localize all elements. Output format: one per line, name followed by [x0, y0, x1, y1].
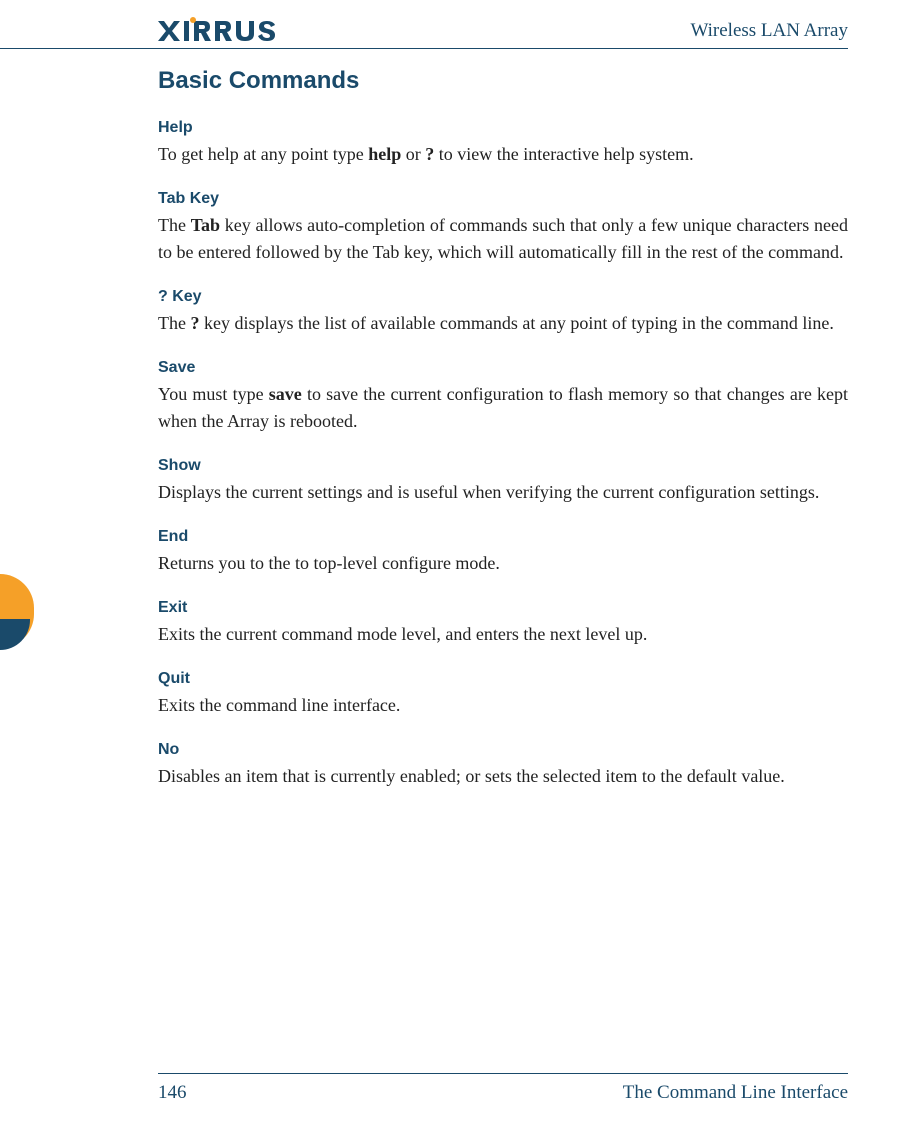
section-heading: No [158, 741, 848, 759]
body-text: or [401, 144, 425, 164]
body-text: To get help at any point type [158, 144, 368, 164]
header-title: Wireless LAN Array [690, 20, 848, 42]
xirrus-logo [158, 21, 316, 41]
body-text: The [158, 313, 190, 333]
section-heading: ? Key [158, 288, 848, 306]
body-bold: help [368, 144, 401, 164]
section-heading: Tab Key [158, 190, 848, 208]
document-page: Wireless LAN Array Basic Commands Help T… [0, 0, 903, 1134]
section-heading: Show [158, 457, 848, 475]
section-end: End Returns you to the to top-level conf… [158, 528, 848, 577]
section-body: The ? key displays the list of available… [158, 310, 848, 337]
body-bold: ? [425, 144, 434, 164]
body-bold: save [269, 384, 302, 404]
footer-title: The Command Line Interface [623, 1082, 848, 1104]
logo-icon [158, 21, 308, 41]
section-heading: End [158, 528, 848, 546]
section-save: Save You must type save to save the curr… [158, 359, 848, 435]
section-heading: Save [158, 359, 848, 377]
section-heading: Exit [158, 599, 848, 617]
page-number: 146 [158, 1082, 187, 1104]
page-content: Basic Commands Help To get help at any p… [0, 67, 848, 790]
section-no: No Disables an item that is currently en… [158, 741, 848, 790]
section-show: Show Displays the current settings and i… [158, 457, 848, 506]
section-body: You must type save to save the current c… [158, 381, 848, 435]
page-header: Wireless LAN Array [0, 20, 848, 49]
section-body: Returns you to the to top-level configur… [158, 550, 848, 577]
body-text: key allows auto-completion of commands s… [158, 215, 848, 262]
section-heading: Quit [158, 670, 848, 688]
body-text: to view the interactive help system. [434, 144, 693, 164]
section-help: Help To get help at any point type help … [158, 119, 848, 168]
logo-dot-icon [189, 16, 197, 24]
body-text: You must type [158, 384, 269, 404]
section-body: Disables an item that is currently enabl… [158, 763, 848, 790]
section-exit: Exit Exits the current command mode leve… [158, 599, 848, 648]
page-tab-marker [0, 574, 34, 648]
section-heading: Help [158, 119, 848, 137]
section-body: Displays the current settings and is use… [158, 479, 848, 506]
page-footer: 146 The Command Line Interface [158, 1073, 848, 1104]
section-body: Exits the current command mode level, an… [158, 621, 848, 648]
section-quit: Quit Exits the command line interface. [158, 670, 848, 719]
body-bold: Tab [191, 215, 220, 235]
section-body: To get help at any point type help or ? … [158, 141, 848, 168]
section-question-key: ? Key The ? key displays the list of ava… [158, 288, 848, 337]
body-text: The [158, 215, 191, 235]
main-heading: Basic Commands [158, 67, 848, 95]
body-text: key displays the list of available comma… [199, 313, 833, 333]
section-body: Exits the command line interface. [158, 692, 848, 719]
section-body: The Tab key allows auto-completion of co… [158, 212, 848, 266]
section-tab-key: Tab Key The Tab key allows auto-completi… [158, 190, 848, 266]
tab-blue-shape [0, 619, 30, 650]
